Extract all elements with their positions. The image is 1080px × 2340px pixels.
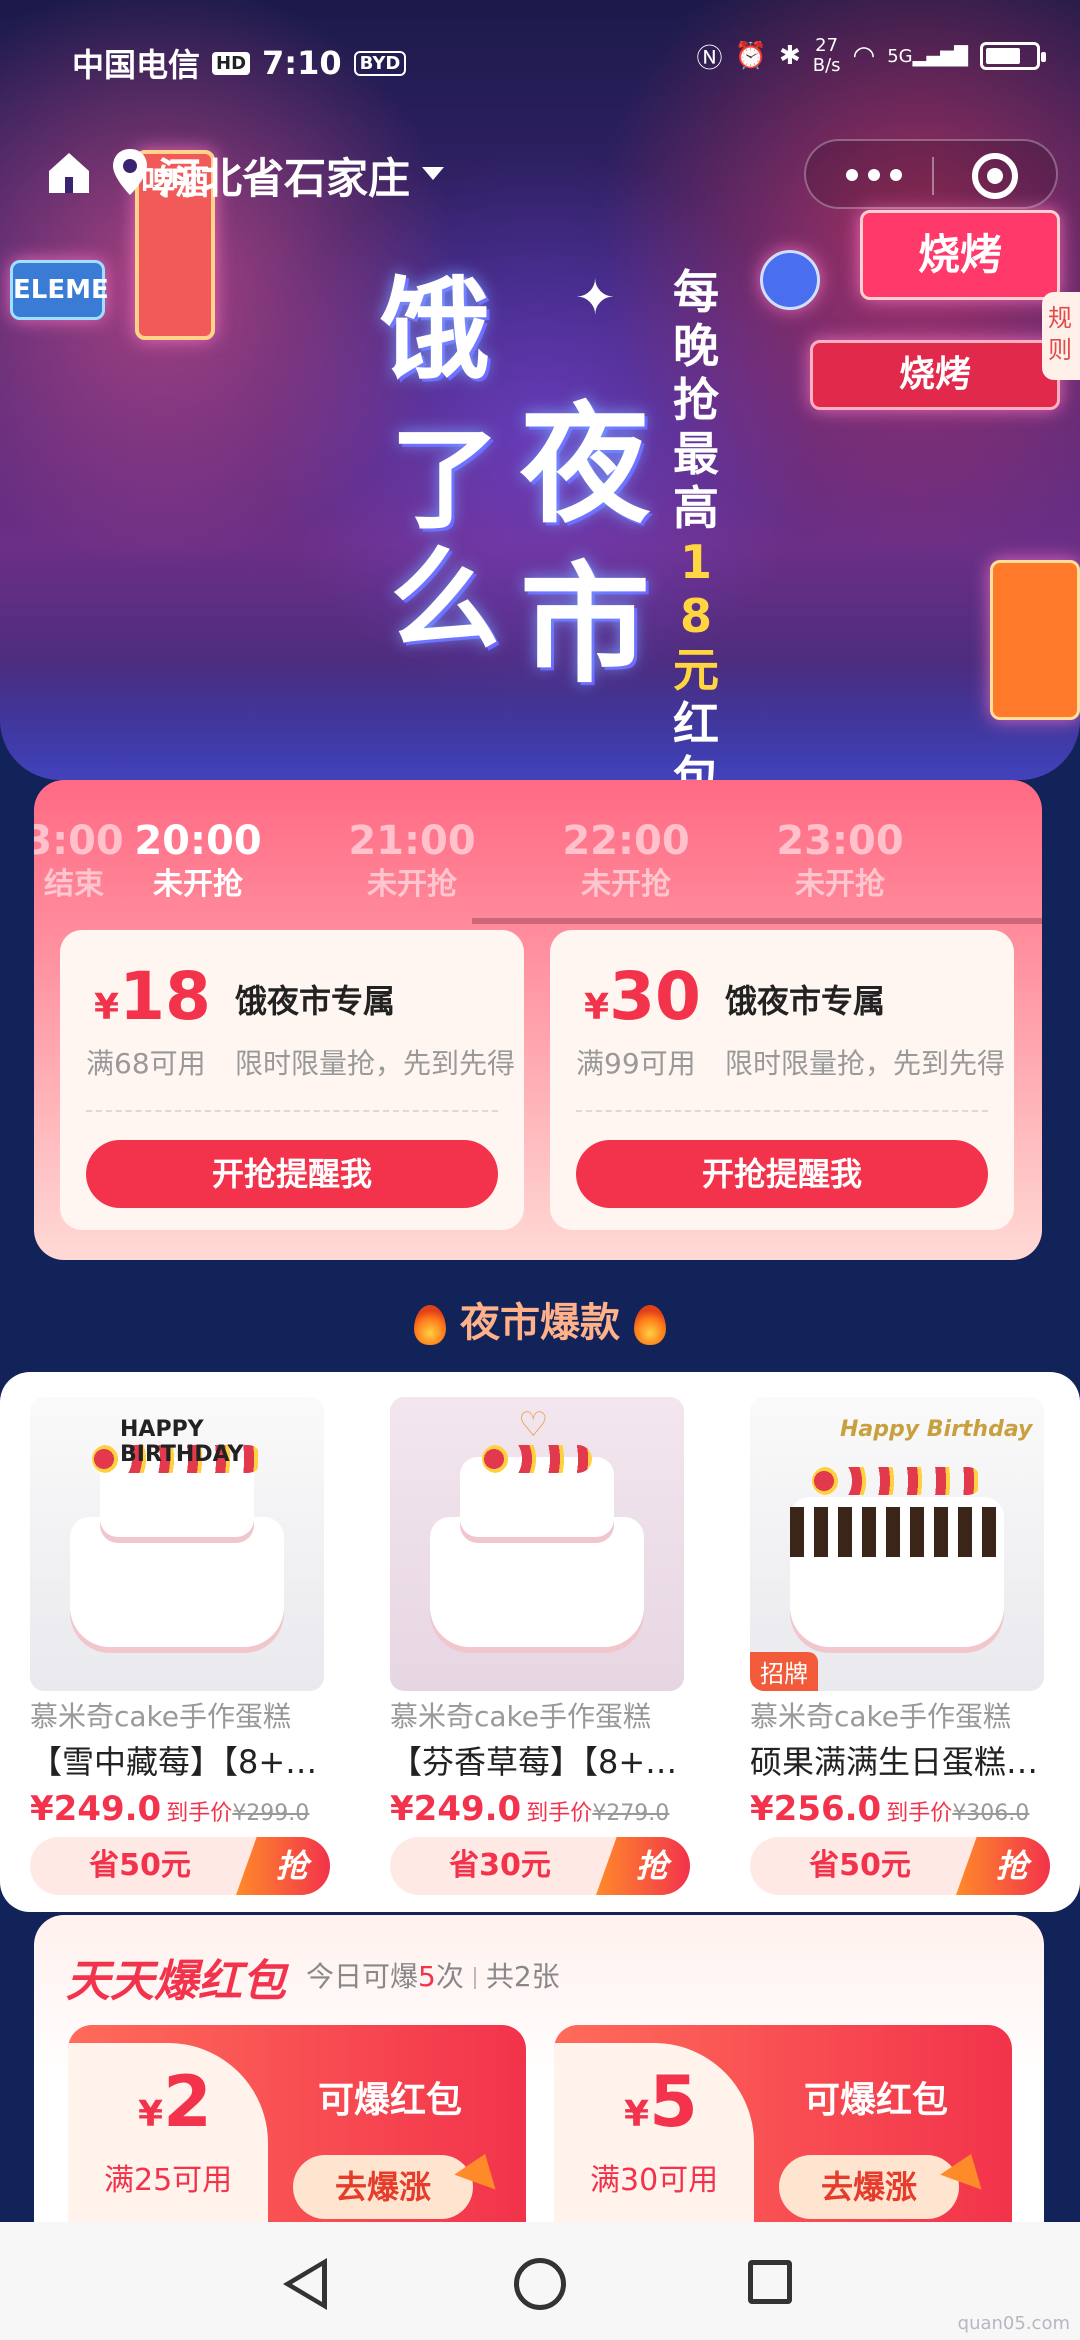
packet-label: 可爆红包 bbox=[318, 2080, 463, 2121]
battery-icon bbox=[980, 42, 1046, 70]
remind-me-button[interactable]: 开抢提醒我 bbox=[576, 1140, 988, 1208]
remind-me-button[interactable]: 开抢提醒我 bbox=[86, 1140, 498, 1208]
time-slot-tab[interactable]: 23:00 未开抢 bbox=[750, 818, 930, 906]
boost-button[interactable]: 去爆涨 bbox=[293, 2155, 473, 2219]
neon-sign-round bbox=[760, 250, 820, 310]
red-packet[interactable]: ¥5 满30可用 可爆红包 去爆涨 bbox=[554, 2025, 1012, 2245]
coupon-name: 饿夜市专属 bbox=[725, 982, 886, 1020]
product-price: ¥249.0 到手价¥279.0 bbox=[390, 1789, 670, 1829]
hero-banner: ELEME 啤酒 烧烤 烧烤 饿 夜 了 么 市 ✦ 每晚抢最高18元红包 规则… bbox=[0, 0, 1080, 780]
recent-apps-icon[interactable] bbox=[748, 2260, 792, 2304]
shop-name: 慕米奇cake手作蛋糕 bbox=[30, 1700, 291, 1733]
product-image[interactable]: Happy Birthday 招牌 bbox=[750, 1397, 1044, 1691]
flame-icon bbox=[634, 1305, 666, 1345]
time-slot-tab[interactable]: 22:00 未开抢 bbox=[536, 818, 716, 906]
shop-name: 慕米奇cake手作蛋糕 bbox=[390, 1700, 651, 1733]
cake-topper: HAPPY BIRTHDAY bbox=[120, 1417, 244, 1467]
heart-icon: ♡ bbox=[518, 1405, 549, 1445]
shop-name: 慕米奇cake手作蛋糕 bbox=[750, 1700, 1011, 1733]
hero-title-char: 饿 bbox=[380, 266, 490, 394]
neon-sign: ELEME bbox=[10, 260, 109, 320]
coupon-amount: ¥18 bbox=[94, 958, 211, 1035]
slot-divider bbox=[472, 918, 1042, 924]
daily-title: 天天爆红包 bbox=[66, 1956, 286, 2007]
product-card[interactable]: ♡ 慕米奇cake手作蛋糕 【芬香草莓】【8+… ¥249.0 到手价¥279.… bbox=[390, 1397, 690, 1895]
product-name: 【雪中藏莓】【8+… bbox=[30, 1743, 318, 1781]
red-packet[interactable]: ¥2 满25可用 可爆红包 去爆涨 bbox=[68, 2025, 526, 2245]
bluetooth-icon: ✱ bbox=[778, 41, 801, 71]
time-slot-tab[interactable]: 21:00 未开抢 bbox=[322, 818, 502, 906]
location-bar: 河北省石家庄 bbox=[0, 135, 1080, 215]
watermark: quan05.com bbox=[957, 2313, 1070, 2334]
flame-icon bbox=[414, 1305, 446, 1345]
daily-subtitle: 今日可爆5次 共2张 bbox=[306, 1960, 560, 1993]
grab-button[interactable]: 省50元抢 bbox=[30, 1837, 330, 1895]
close-target-icon[interactable] bbox=[972, 153, 1018, 199]
coupon-condition: 满99可用 bbox=[576, 1047, 696, 1080]
coupon-name: 饿夜市专属 bbox=[235, 982, 396, 1020]
more-icon[interactable] bbox=[846, 169, 902, 181]
signal-icon: 5G▂▄▆█ bbox=[887, 45, 968, 67]
caret-down-icon[interactable] bbox=[422, 167, 444, 180]
location-selector[interactable]: 河北省石家庄 bbox=[158, 145, 410, 206]
location-pin-icon bbox=[113, 149, 147, 195]
home-circle-icon[interactable] bbox=[514, 2258, 566, 2310]
back-icon[interactable] bbox=[283, 2258, 327, 2310]
neon-sign: 烧烤 bbox=[810, 340, 1060, 410]
rules-tab[interactable]: 规则 bbox=[1042, 292, 1080, 380]
product-image[interactable]: ♡ bbox=[390, 1397, 684, 1691]
packet-amount: ¥5 bbox=[624, 2061, 698, 2143]
system-nav-bar: quan05.com bbox=[0, 2222, 1080, 2340]
app-page: ELEME 啤酒 烧烤 烧烤 饿 夜 了 么 市 ✦ 每晚抢最高18元红包 规则… bbox=[0, 0, 1080, 2340]
flash-sale-card: 3:00 结束 20:00 未开抢 21:00 未开抢 22:00 未开抢 23… bbox=[34, 780, 1042, 1260]
clock: 7:10 bbox=[262, 44, 342, 82]
grab-button[interactable]: 省30元抢 bbox=[390, 1837, 690, 1895]
coupon-card: ¥30 饿夜市专属 满99可用 限时限量抢，先到先得 开抢提醒我 bbox=[550, 930, 1014, 1230]
neon-sign: 烧烤 bbox=[860, 210, 1060, 300]
alarm-icon: ⏰ bbox=[734, 41, 767, 71]
wifi-icon: ◠ bbox=[852, 41, 876, 71]
packet-condition: 满25可用 bbox=[104, 2163, 233, 2198]
product-card[interactable]: HAPPY BIRTHDAY 慕米奇cake手作蛋糕 【雪中藏莓】【8+… ¥2… bbox=[30, 1397, 330, 1895]
boost-button[interactable]: 去爆涨 bbox=[779, 2155, 959, 2219]
app-notification-icon: BYD bbox=[353, 50, 407, 76]
hero-title-char: 市 bbox=[520, 549, 651, 701]
packet-condition: 满30可用 bbox=[590, 2163, 719, 2198]
neon-sign bbox=[990, 560, 1080, 720]
product-list: HAPPY BIRTHDAY 慕米奇cake手作蛋糕 【雪中藏莓】【8+… ¥2… bbox=[0, 1372, 1080, 1912]
coupon-desc: 限时限量抢，先到先得 bbox=[235, 1047, 515, 1080]
hd-badge: HD bbox=[212, 51, 251, 75]
nfc-icon: Ⓝ bbox=[696, 43, 723, 74]
packet-amount: ¥2 bbox=[138, 2061, 212, 2143]
product-name: 【芬香草莓】【8+… bbox=[390, 1743, 678, 1781]
coupon-amount: ¥30 bbox=[584, 958, 701, 1035]
signature-badge: 招牌 bbox=[750, 1652, 818, 1691]
home-icon[interactable] bbox=[44, 147, 94, 197]
product-card[interactable]: Happy Birthday 招牌 慕米奇cake手作蛋糕 硕果满满生日蛋糕… … bbox=[750, 1397, 1050, 1895]
product-image[interactable]: HAPPY BIRTHDAY bbox=[30, 1397, 324, 1691]
product-price: ¥256.0 到手价¥306.0 bbox=[750, 1789, 1030, 1829]
hero-title-char: 么 bbox=[390, 536, 500, 664]
mini-program-capsule bbox=[804, 139, 1058, 209]
hero-slogan: 每晚抢最高18元红包 bbox=[673, 265, 719, 780]
coupon-condition: 满68可用 bbox=[86, 1047, 206, 1080]
packet-label: 可爆红包 bbox=[804, 2080, 949, 2121]
cake-topper: Happy Birthday bbox=[840, 1417, 1033, 1442]
sparkle-icon: ✦ bbox=[575, 270, 616, 326]
product-price: ¥249.0 到手价¥299.0 bbox=[30, 1789, 310, 1829]
carrier-label: 中国电信 bbox=[72, 46, 201, 84]
time-slot-tab-active[interactable]: 20:00 未开抢 bbox=[108, 818, 288, 906]
status-bar: 中国电信 HD 7:10 BYD Ⓝ ⏰ ✱ 27 B/s ◠ 5G▂▄▆█ bbox=[0, 0, 1080, 120]
section-title: 夜市爆款 bbox=[0, 1290, 1080, 1348]
coupon-card: ¥18 饿夜市专属 满68可用 限时限量抢，先到先得 开抢提醒我 bbox=[60, 930, 524, 1230]
coupon-desc: 限时限量抢，先到先得 bbox=[725, 1047, 1005, 1080]
grab-button[interactable]: 省50元抢 bbox=[750, 1837, 1050, 1895]
product-name: 硕果满满生日蛋糕… bbox=[750, 1743, 1039, 1781]
network-speed: 27 B/s bbox=[812, 35, 841, 76]
time-slot-tabs: 3:00 结束 20:00 未开抢 21:00 未开抢 22:00 未开抢 23… bbox=[34, 818, 1042, 908]
